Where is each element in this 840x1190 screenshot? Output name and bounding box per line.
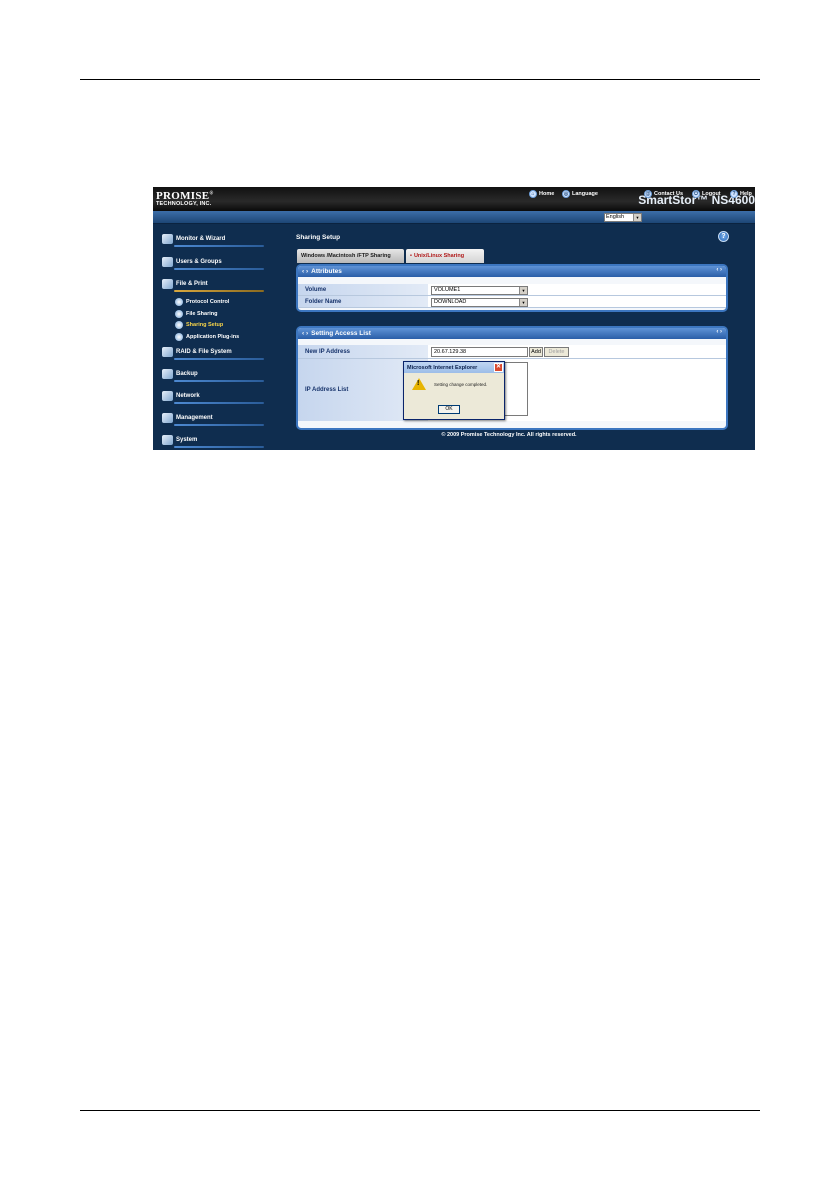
sidebar-item-raid-file-system[interactable]: RAID & File System xyxy=(162,347,232,357)
tab-unix-linux-sharing[interactable]: • Unix/Linux Sharing xyxy=(406,249,484,263)
footer-rule xyxy=(80,1110,760,1111)
backup-icon xyxy=(162,369,173,379)
nav-divider xyxy=(174,358,264,360)
nav-divider xyxy=(174,446,264,448)
management-icon xyxy=(162,413,173,423)
nav-divider xyxy=(174,402,264,404)
page-title: Sharing Setup xyxy=(296,234,341,241)
tab-windows-mac-ftp-sharing[interactable]: Windows /Macintosh /FTP Sharing xyxy=(297,249,404,263)
chevron-down-icon: ▼ xyxy=(519,287,527,294)
raid-icon xyxy=(162,347,173,357)
monitor-icon xyxy=(162,234,173,244)
protocol-icon xyxy=(175,298,183,306)
expand-icon[interactable]: ‹ › xyxy=(716,329,722,335)
language-select[interactable]: English ▼ xyxy=(604,213,642,222)
nav-divider xyxy=(174,245,264,247)
collapse-icon[interactable]: ‹ › xyxy=(302,330,308,337)
sidebar-subitem-file-sharing[interactable]: File Sharing xyxy=(175,310,217,318)
access-list-panel: ‹ › Setting Access List ‹ › New IP Addre… xyxy=(296,326,728,430)
file-sharing-icon xyxy=(175,310,183,318)
expand-icon[interactable]: ‹ › xyxy=(716,267,722,273)
copyright-text: © 2009 Promise Technology Inc. All right… xyxy=(441,432,577,438)
new-ip-input[interactable]: 20.67.129.38 xyxy=(431,347,528,357)
nav-divider xyxy=(174,380,264,382)
sidebar-subitem-application-plugins[interactable]: Application Plug-ins xyxy=(175,333,239,341)
folder-icon xyxy=(162,279,173,289)
globe-icon: ◎ xyxy=(562,189,570,198)
close-icon[interactable]: ✕ xyxy=(494,363,503,372)
new-ip-row: New IP Address 20.67.129.38 Add Delete xyxy=(298,345,726,359)
language-label: ◎ Language xyxy=(562,189,598,198)
volume-row: Volume VOLUME1 ▼ xyxy=(298,284,726,296)
dialog-message: Setting change completed. xyxy=(434,382,488,387)
contact-icon: @ xyxy=(644,189,652,198)
volume-label: Volume xyxy=(298,284,428,295)
volume-select[interactable]: VOLUME1 ▼ xyxy=(431,286,528,295)
alert-dialog: Microsoft Internet Explorer ✕ ! Setting … xyxy=(403,361,505,420)
add-button[interactable]: Add xyxy=(529,347,543,357)
nav-divider xyxy=(174,268,264,270)
home-icon: ⌂ xyxy=(529,189,537,198)
sidebar-item-monitor-wizard[interactable]: Monitor & Wizard xyxy=(162,234,225,244)
sidebar-item-file-print[interactable]: File & Print xyxy=(162,279,208,289)
sidebar-item-network[interactable]: Network xyxy=(162,391,200,401)
ip-list-row: IP Address List xyxy=(298,359,726,421)
collapse-icon[interactable]: ‹ › xyxy=(302,268,308,275)
nav-divider-active xyxy=(174,290,264,292)
sidebar-subitem-sharing-setup[interactable]: Sharing Setup xyxy=(175,321,223,329)
sharing-setup-icon xyxy=(175,321,183,329)
access-list-header: ‹ › Setting Access List ‹ › xyxy=(298,328,726,339)
sidebar-item-users-groups[interactable]: Users & Groups xyxy=(162,257,222,267)
logout-link[interactable]: ⏻ Logout xyxy=(692,189,721,198)
toolbar xyxy=(153,211,755,224)
folder-name-select[interactable]: DOWNLOAD ▼ xyxy=(431,298,528,307)
dialog-title: Microsoft Internet Explorer ✕ xyxy=(404,362,504,373)
folder-row: Folder Name DOWNLOAD ▼ xyxy=(298,296,726,308)
screenshot-figure: PROMISE® TECHNOLOGY, INC. SmartStor™ NS4… xyxy=(153,187,755,450)
ok-button[interactable]: OK xyxy=(438,405,460,414)
users-icon xyxy=(162,257,173,267)
nav-divider xyxy=(174,424,264,426)
sidebar-subitem-protocol-control[interactable]: Protocol Control xyxy=(175,298,229,306)
logout-icon: ⏻ xyxy=(692,189,700,198)
help-circle-icon[interactable]: ? xyxy=(718,231,729,242)
sidebar-item-management[interactable]: Management xyxy=(162,413,213,423)
header-rule xyxy=(80,79,760,80)
help-icon: ? xyxy=(730,189,738,198)
warning-icon: ! xyxy=(412,378,426,390)
new-ip-label: New IP Address xyxy=(298,345,428,358)
plugin-icon xyxy=(175,333,183,341)
help-link[interactable]: ? Help xyxy=(730,189,752,198)
contact-us-link[interactable]: @ Contact Us xyxy=(644,189,683,198)
delete-button[interactable]: Delete xyxy=(544,347,569,357)
sidebar-item-backup[interactable]: Backup xyxy=(162,369,198,379)
chevron-down-icon: ▼ xyxy=(633,214,641,221)
chevron-down-icon: ▼ xyxy=(519,299,527,306)
attributes-header: ‹ › Attributes ‹ › xyxy=(298,266,726,277)
logo-subtitle: TECHNOLOGY, INC. xyxy=(156,201,212,207)
network-icon xyxy=(162,391,173,401)
home-link[interactable]: ⌂ Home xyxy=(529,189,554,198)
folder-name-label: Folder Name xyxy=(298,296,428,307)
attributes-panel: ‹ › Attributes ‹ › Volume VOLUME1 ▼ Fold… xyxy=(296,264,728,312)
